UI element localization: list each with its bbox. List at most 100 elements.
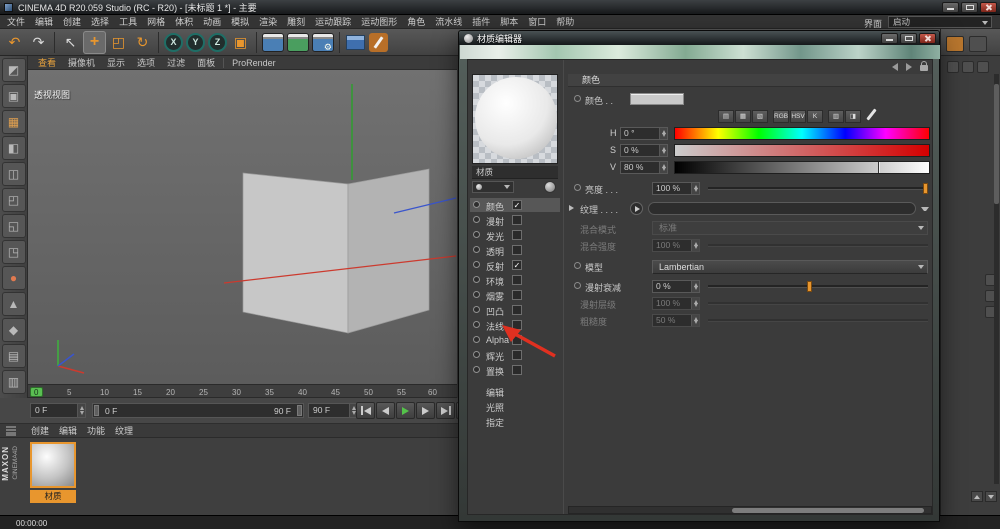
render-settings-button[interactable]: ⚙: [312, 32, 334, 52]
add-cube-button[interactable]: [346, 34, 365, 50]
live-selection-button[interactable]: ↖: [59, 31, 82, 54]
color-mode-button[interactable]: ▦: [735, 110, 751, 123]
menu-tools[interactable]: 工具: [114, 15, 142, 28]
model-mode-button[interactable]: ▣: [1, 84, 26, 108]
viewport-menu-panel[interactable]: 面板: [191, 56, 221, 69]
layers-mode-button[interactable]: ▥: [1, 370, 26, 394]
color-swatch[interactable]: [630, 93, 684, 105]
hsv-mode-button[interactable]: HSV: [790, 110, 806, 123]
menu-simulate[interactable]: 模拟: [226, 15, 254, 28]
hue-spinner[interactable]: 0 °: [620, 127, 668, 140]
menu-window[interactable]: 窗口: [523, 15, 551, 28]
channel-checkbox[interactable]: [512, 245, 522, 255]
minimize-button[interactable]: [942, 2, 959, 13]
menu-mesh[interactable]: 网格: [142, 15, 170, 28]
toolbar-icon-partial[interactable]: [969, 36, 987, 52]
channel-checkbox[interactable]: ✓: [512, 260, 522, 270]
menu-character[interactable]: 角色: [402, 15, 430, 28]
channel-checkbox[interactable]: [512, 305, 522, 315]
texture-path-field[interactable]: [648, 202, 916, 215]
polygons-mode-button[interactable]: ◱: [1, 214, 26, 238]
frame-start-spinner[interactable]: 0 F: [30, 403, 86, 418]
menu-pipeline[interactable]: 流水线: [430, 15, 467, 28]
channel-row-bump[interactable]: 凹凸: [470, 303, 560, 317]
channel-radio[interactable]: [473, 321, 480, 328]
menu-select[interactable]: 选择: [86, 15, 114, 28]
spinner-arrows[interactable]: [77, 404, 85, 417]
channel-radio[interactable]: [473, 366, 480, 373]
toolbar-icon-partial[interactable]: [946, 36, 964, 52]
move-tool-button[interactable]: +: [83, 30, 106, 54]
channel-radio[interactable]: [473, 216, 480, 223]
brightness-spinner[interactable]: 100 %: [652, 182, 700, 195]
play-button[interactable]: [396, 402, 415, 419]
material-name-label[interactable]: 材质: [30, 490, 76, 503]
channel-radio[interactable]: [473, 231, 480, 238]
menu-plugins[interactable]: 插件: [467, 15, 495, 28]
channel-radio[interactable]: [473, 351, 480, 358]
undo-history-mode-button[interactable]: ◩: [1, 58, 26, 82]
menu-create[interactable]: 创建: [58, 15, 86, 28]
material-name-field[interactable]: 材质: [472, 166, 558, 179]
channel-row-environment[interactable]: 环境: [470, 273, 560, 287]
x-axis-lock-button[interactable]: X: [164, 32, 183, 52]
animation-dot[interactable]: [574, 95, 581, 102]
menu-sculpt[interactable]: 雕刻: [282, 15, 310, 28]
close-button[interactable]: [980, 2, 997, 13]
menu-motion-tracker[interactable]: 运动跟踪: [310, 15, 356, 28]
viewport-menu-options[interactable]: 选项: [131, 56, 161, 69]
channel-radio[interactable]: [473, 336, 480, 343]
vertical-scrollbar[interactable]: [994, 74, 999, 484]
material-menu-texture[interactable]: 纹理: [110, 424, 138, 437]
nav-back-icon[interactable]: [892, 63, 898, 71]
scrollbar-thumb[interactable]: [994, 84, 999, 204]
scale-tool-button[interactable]: ◰: [107, 31, 130, 54]
menu-animate[interactable]: 动画: [198, 15, 226, 28]
color-mode-button[interactable]: ▧: [752, 110, 768, 123]
value-marker[interactable]: [878, 162, 881, 173]
spinner-arrows[interactable]: [659, 162, 667, 173]
viewport-menu-prorender[interactable]: ProRender: [226, 58, 282, 68]
coordinate-system-button[interactable]: ▣: [229, 31, 252, 54]
brightness-slider[interactable]: [708, 182, 928, 195]
goto-start-button[interactable]: [356, 402, 375, 419]
viewport-menu-cameras[interactable]: 摄像机: [62, 56, 101, 69]
material-menu-create[interactable]: 创建: [26, 424, 54, 437]
animation-dot[interactable]: [574, 282, 581, 289]
hue-gradient-bar[interactable]: [674, 127, 930, 140]
swatches-button[interactable]: ▥: [828, 110, 844, 123]
lock-workplane-button[interactable]: ▲: [1, 292, 26, 316]
rotate-tool-button[interactable]: ↻: [131, 31, 154, 54]
channel-checkbox[interactable]: ✓: [512, 200, 522, 210]
menu-render[interactable]: 渲染: [254, 15, 282, 28]
channel-radio[interactable]: [473, 306, 480, 313]
frame-range-slider[interactable]: 0 F 90 F: [92, 403, 304, 418]
scroll-up-button[interactable]: [971, 491, 983, 502]
preview-render-icon[interactable]: [544, 181, 556, 193]
previous-frame-button[interactable]: [376, 402, 395, 419]
dialog-close-button[interactable]: [919, 33, 936, 44]
diffuse-falloff-spinner[interactable]: 0 %: [652, 280, 700, 293]
menu-script[interactable]: 脚本: [495, 15, 523, 28]
channel-row-transparency[interactable]: 透明: [470, 243, 560, 257]
texture-expander-icon[interactable]: [569, 205, 574, 211]
animation-dot[interactable]: [574, 262, 581, 269]
spinner-arrows[interactable]: [691, 281, 699, 292]
texture-dropdown-icon[interactable]: [921, 207, 929, 211]
value-gradient-bar[interactable]: [674, 161, 930, 174]
saturation-gradient-bar[interactable]: [674, 144, 930, 157]
interface-dropdown[interactable]: 启动: [888, 16, 992, 28]
y-axis-lock-button[interactable]: Y: [186, 32, 205, 52]
saturation-spinner[interactable]: 0 %: [620, 144, 668, 157]
editor-tab[interactable]: 编辑: [486, 386, 504, 399]
channel-radio[interactable]: [473, 246, 480, 253]
viewport-3d[interactable]: 透视视图: [28, 70, 457, 384]
slider-handle[interactable]: [807, 281, 812, 292]
scroll-down-button[interactable]: [985, 491, 997, 502]
material-menu-function[interactable]: 功能: [82, 424, 110, 437]
channel-checkbox[interactable]: [512, 230, 522, 240]
points-mode-button[interactable]: ◫: [1, 162, 26, 186]
range-left-grip[interactable]: [94, 405, 99, 416]
spinner-arrows[interactable]: [691, 183, 699, 194]
channel-row-fog[interactable]: 烟雾: [470, 288, 560, 302]
